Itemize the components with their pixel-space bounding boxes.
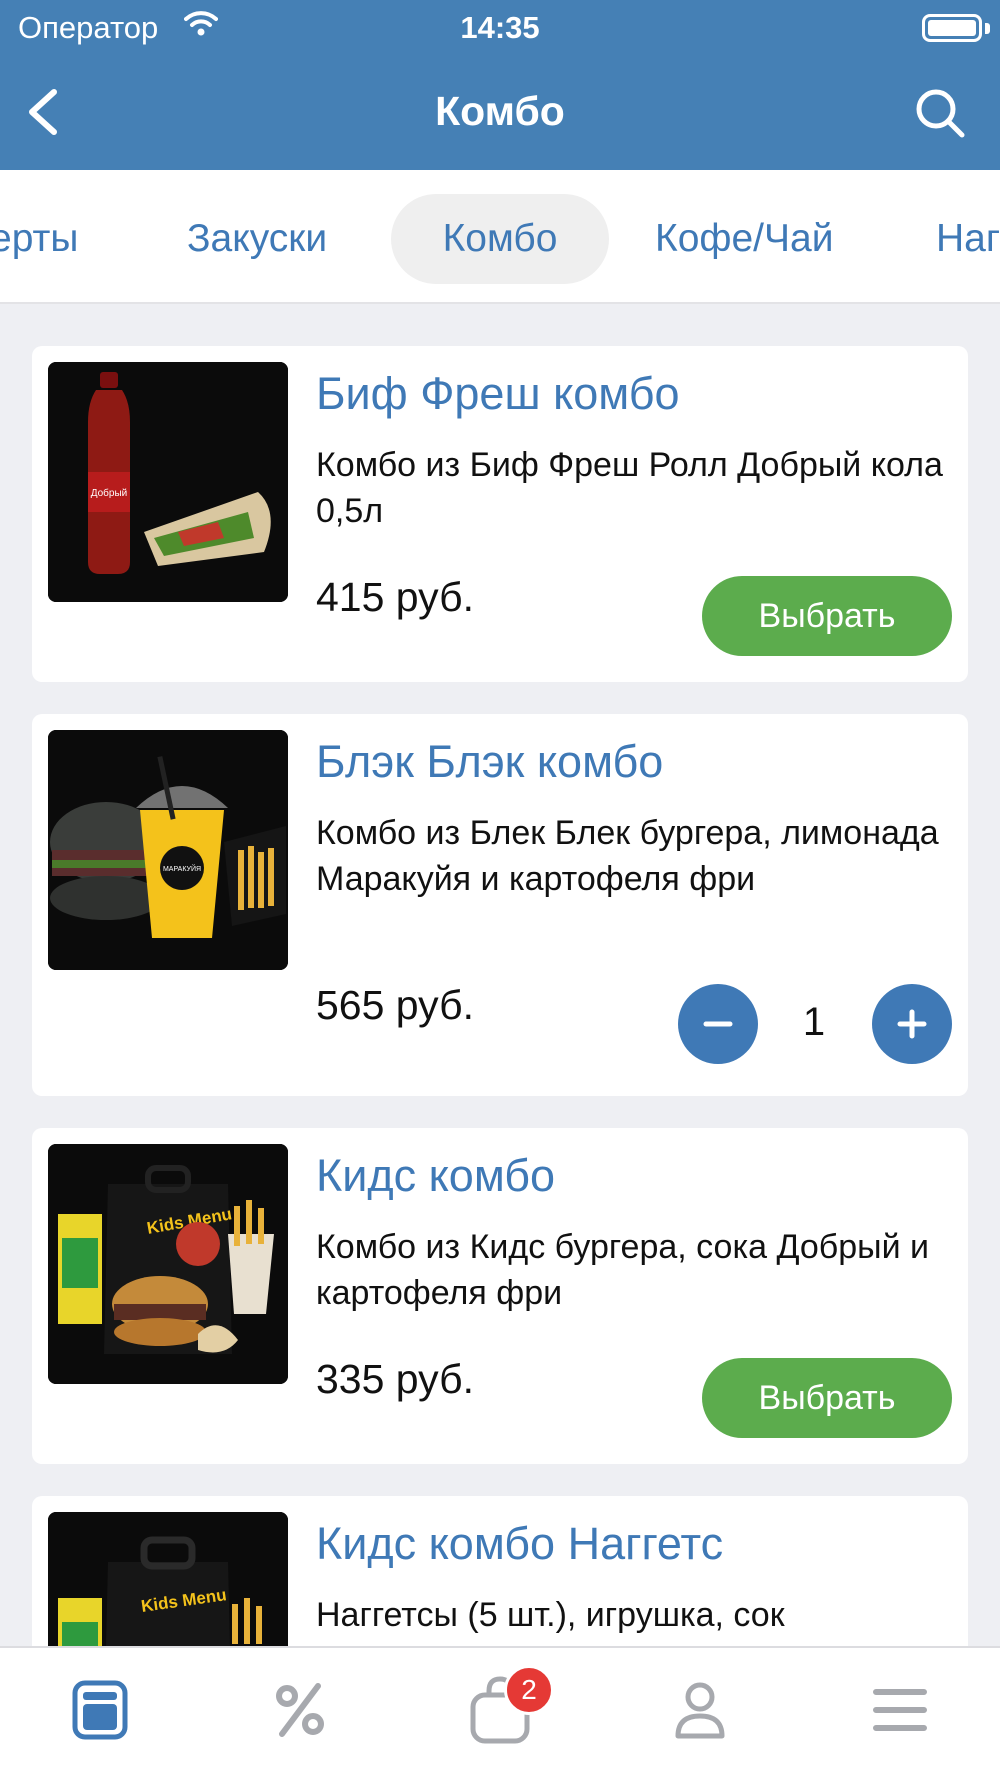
plus-icon — [897, 1009, 927, 1039]
product-image: МАРАКУЙЯ — [48, 730, 288, 970]
svg-text:Добрый: Добрый — [91, 487, 128, 499]
product-title[interactable]: Блэк Блэк комбо — [316, 736, 663, 788]
hamburger-icon — [873, 1689, 927, 1731]
tab-desserts[interactable]: ерты — [0, 194, 78, 284]
product-price: 415 руб. — [316, 574, 474, 620]
select-button[interactable]: Выбрать — [702, 576, 952, 656]
category-tabs: ерты Закуски Комбо Кофе/Чай Наг — [0, 170, 1000, 304]
cart-count-badge: 2 — [504, 1665, 554, 1715]
product-card[interactable]: Kids Menu Кидс комбо Комбо из Кидс бурге… — [32, 1128, 968, 1464]
percent-icon — [276, 1683, 324, 1737]
tab-more[interactable] — [860, 1670, 940, 1750]
product-description: Комбо из Биф Фреш Ролл Добрый кола 0,5л — [316, 446, 943, 530]
product-list: Добрый Биф Фреш комбо Комбо из Биф Фреш … — [0, 304, 1000, 1646]
product-title[interactable]: Кидс комбо — [316, 1150, 555, 1202]
product-description: Комбо из Блек Блек бургера, лимонада Мар… — [316, 814, 939, 898]
quantity-value: 1 — [802, 1000, 826, 1044]
tab-combo[interactable]: Комбо — [391, 194, 609, 284]
header: Оператор 14:35 Комбо — [0, 0, 1000, 170]
status-bar: Оператор 14:35 — [0, 0, 1000, 58]
svg-text:МАРАКУЙЯ: МАРАКУЙЯ — [163, 864, 201, 873]
product-title[interactable]: Биф Фреш комбо — [316, 368, 680, 420]
product-card[interactable]: МАРАКУЙЯ Блэк Блэк комбо Комбо из Блек Б… — [32, 714, 968, 1096]
profile-icon — [675, 1682, 725, 1739]
search-icon — [916, 89, 965, 138]
battery-icon — [922, 14, 982, 42]
tab-profile[interactable] — [660, 1670, 740, 1750]
increase-quantity-button[interactable] — [872, 984, 952, 1064]
search-button[interactable] — [910, 84, 970, 144]
product-card[interactable]: Добрый Биф Фреш комбо Комбо из Биф Фреш … — [32, 346, 968, 682]
page-title: Комбо — [435, 88, 565, 134]
product-description: Наггетсы (5 шт.), игрушка, сок — [316, 1596, 785, 1634]
product-title[interactable]: Кидс комбо Наггетс — [316, 1518, 723, 1570]
product-image: Добрый — [48, 362, 288, 602]
tab-coffee-tea[interactable]: Кофе/Чай — [655, 194, 834, 284]
menu-catalog-icon — [72, 1680, 128, 1740]
decrease-quantity-button[interactable] — [678, 984, 758, 1064]
select-button[interactable]: Выбрать — [702, 1358, 952, 1438]
product-card[interactable]: Kids Menu Кидс комбо Наггетс Наггетсы (5… — [32, 1496, 968, 1646]
product-image: Kids Menu — [48, 1144, 288, 1384]
tab-menu[interactable] — [60, 1670, 140, 1750]
tab-promotions[interactable] — [260, 1670, 340, 1750]
status-time: 14:35 — [460, 10, 540, 45]
tab-nuggets[interactable]: Наг — [936, 194, 1000, 284]
product-image: Kids Menu — [48, 1512, 288, 1646]
tab-snacks[interactable]: Закуски — [187, 194, 327, 284]
app-screen: Оператор 14:35 Комбо ерты Закуски Комбо … — [0, 0, 1000, 1778]
bottom-tab-bar: 2 — [0, 1646, 1000, 1778]
product-description: Комбо из Кидс бургера, сока Добрый и кар… — [316, 1228, 930, 1312]
product-price: 335 руб. — [316, 1356, 474, 1402]
product-price: 565 руб. — [316, 982, 474, 1028]
battery-tip — [985, 23, 990, 34]
minus-icon — [703, 1021, 733, 1027]
